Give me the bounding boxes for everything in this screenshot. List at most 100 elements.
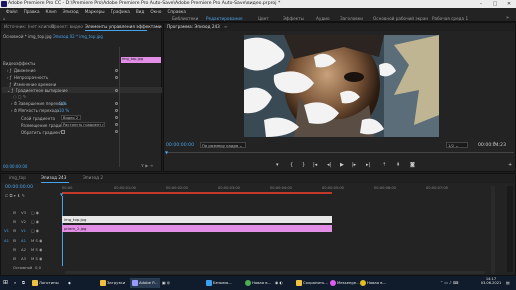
- program-monitor-title[interactable]: Программа: Эпизод 243: [167, 24, 220, 29]
- menu-clip[interactable]: Клип: [46, 8, 57, 15]
- timeline-timecode[interactable]: 00:00:00:00: [5, 185, 33, 190]
- param-transition-completion[interactable]: › ⏱ Завершение перехода: [11, 101, 66, 106]
- gradient-layer-dropdown[interactable]: Видео 2 ⌄: [61, 115, 81, 124]
- mark-out-button[interactable]: }: [302, 162, 305, 168]
- timeline-tools-icons[interactable]: ⊏ ⧉ ▾ ⬇ ✎: [5, 193, 25, 198]
- reset-softness-icon[interactable]: [115, 109, 118, 112]
- workspace-color[interactable]: Цвет: [258, 16, 269, 21]
- lift-button[interactable]: ⇡: [382, 162, 386, 168]
- sequence-clip-label[interactable]: Эпизод 02 * img_top.jpg: [53, 34, 103, 39]
- mark-in-button[interactable]: {: [290, 162, 293, 168]
- track-v2-header[interactable]: ⊟ V2 ▢ ◉: [1, 217, 61, 225]
- mask-shape-icons[interactable]: ○ □ ✎: [13, 94, 26, 99]
- track-a1-header[interactable]: A1 ⊟ A1 M S ◉: [1, 236, 61, 244]
- menu-window[interactable]: Окно: [150, 8, 161, 15]
- workspace-libraries[interactable]: Библиотеки: [172, 16, 198, 21]
- menu-graphics[interactable]: Графика: [111, 8, 130, 15]
- workspace-more-icon[interactable]: »: [506, 15, 509, 21]
- effect-opacity[interactable]: › ƒ Непрозрачность: [7, 75, 48, 80]
- close-button[interactable]: ✕: [502, 0, 516, 8]
- notifications-icon[interactable]: ▤: [506, 278, 510, 288]
- step-back-button[interactable]: ◂|: [327, 162, 331, 168]
- transition-completion-value[interactable]: 0 %: [59, 101, 67, 106]
- taskbar-item-premiere[interactable]: Adobe P...: [130, 278, 160, 288]
- timeline-vertical-scrollbar[interactable]: [491, 186, 495, 274]
- reset-invert-icon[interactable]: [115, 130, 118, 133]
- program-scrub-bar[interactable]: [166, 152, 514, 153]
- reset-opacity-icon[interactable]: [115, 76, 118, 79]
- settings-wrench-icon[interactable]: ✎: [493, 142, 497, 147]
- export-frame-icon[interactable]: ◙: [410, 162, 415, 168]
- tab-effect-controls[interactable]: Элементы управления эффектами: [85, 24, 162, 29]
- reset-motion-icon[interactable]: [115, 69, 118, 72]
- taskbar-item-logos[interactable]: Логотипы: [32, 278, 59, 288]
- menu-view[interactable]: Вид: [136, 8, 145, 15]
- tab-project[interactable]: Проект: видео: [51, 24, 83, 29]
- track-master-header[interactable]: Основной 0,0: [1, 263, 61, 271]
- taskbar-item-messenger[interactable]: Messenge...: [330, 278, 360, 288]
- fit-dropdown[interactable]: По размеру кадра ⌄: [200, 142, 246, 148]
- maximize-button[interactable]: □: [488, 0, 502, 8]
- effect-motion[interactable]: › ƒ Движение: [7, 68, 36, 73]
- taskbar-item-new-tab-2[interactable]: Новая в...: [360, 278, 386, 288]
- clock[interactable]: 14:17 03.06.2021: [480, 277, 502, 285]
- go-to-out-button[interactable]: ▸|: [366, 162, 370, 168]
- start-button[interactable]: ⊞: [3, 278, 8, 288]
- task-view-icon[interactable]: ⧉: [22, 278, 25, 288]
- param-transition-softness[interactable]: › ⏱ Мягкость перехода: [11, 108, 59, 113]
- play-button[interactable]: ▶: [340, 162, 344, 168]
- track-a2-header[interactable]: ⊟ A2 M S ◉: [1, 245, 61, 253]
- timeline-ruler[interactable]: 00:00 00:00:01:00 00:00:02:00 00:00:03:0…: [62, 186, 502, 196]
- pinned-apps[interactable]: ▣ ◎: [162, 278, 170, 288]
- master-clip-label[interactable]: Основной * img_top.jpg: [3, 34, 52, 39]
- menu-markers[interactable]: Маркеры: [85, 8, 105, 15]
- tab-img-top[interactable]: img_top: [9, 175, 26, 180]
- menu-file[interactable]: Файл: [6, 8, 18, 15]
- reset-completion-icon[interactable]: [115, 102, 118, 105]
- step-forward-button[interactable]: |▸: [352, 162, 356, 168]
- effect-controls-timecode[interactable]: 00:00:00:00: [3, 164, 27, 169]
- menu-edit[interactable]: Правка: [24, 8, 40, 15]
- tab-source[interactable]: Источник: (нет клипов): [4, 24, 56, 29]
- tab-sequence-2[interactable]: Эпизод 2: [83, 175, 103, 180]
- search-icon[interactable]: ⌕: [14, 278, 16, 288]
- workspace-titles[interactable]: Заголовки: [340, 16, 363, 21]
- clip-img-top[interactable]: img_top.jpg: [62, 216, 332, 223]
- pinned-more[interactable]: ◉ ◐: [275, 278, 283, 288]
- taskbar-item-saved[interactable]: Сохранить...: [296, 278, 328, 288]
- workspace-main[interactable]: Основной рабочий экран: [373, 16, 428, 21]
- timeline-horizontal-scrollbar[interactable]: [65, 271, 485, 274]
- clip-priem[interactable]: priem_2.jpg: [62, 225, 332, 232]
- effect-gradient-wipe[interactable]: ⌄ ƒ Градиентное вытирание: [7, 88, 68, 93]
- workspace-editing[interactable]: Редактирование: [206, 16, 243, 21]
- extract-button[interactable]: ⇞: [396, 162, 400, 168]
- quality-dropdown[interactable]: 1/2 ⌄: [446, 142, 468, 148]
- system-tray-icons[interactable]: ⌃ ▭ ♪ ⌨: [440, 278, 458, 288]
- taskbar-item-new-tab[interactable]: Новая в...: [245, 278, 271, 288]
- go-to-in-button[interactable]: |◂: [313, 162, 317, 168]
- pinned-icons[interactable]: ◆: [68, 278, 71, 288]
- gradient-placement-dropdown[interactable]: Растянуть градиент п ⌄: [61, 122, 105, 127]
- menu-help[interactable]: Справка: [167, 8, 185, 15]
- menu-sequence[interactable]: Эпизод: [63, 8, 79, 15]
- program-video-frame[interactable]: [244, 35, 439, 137]
- taskbar-item-untitled[interactable]: Безымя...: [206, 278, 232, 288]
- track-v1-header[interactable]: V1 ⊟ V1 ▢ ◉: [1, 226, 61, 234]
- transition-softness-value[interactable]: 10 %: [59, 108, 69, 113]
- minimize-button[interactable]: –: [474, 0, 488, 8]
- add-marker-button[interactable]: ▾: [276, 162, 279, 168]
- program-playhead[interactable]: ▼: [165, 150, 168, 155]
- workspace-audio[interactable]: Аудио: [316, 16, 330, 21]
- workspace-custom[interactable]: Рабочая среда 1: [432, 16, 468, 21]
- program-menu-icon[interactable]: ≡: [224, 24, 227, 29]
- track-a3-header[interactable]: ⊟ A3 M S ◉: [1, 254, 61, 262]
- filter-icon[interactable]: ⊽ ▶ ⇥: [141, 163, 153, 168]
- tab-sequence-243[interactable]: Эпизод 243: [41, 175, 66, 180]
- reset-placement-icon[interactable]: [115, 123, 118, 126]
- taskbar-item-downloads[interactable]: Загрузки: [100, 278, 125, 288]
- workspace-effects[interactable]: Эффекты: [283, 16, 304, 21]
- reset-gradient-icon[interactable]: [115, 89, 118, 92]
- reset-layer-icon[interactable]: [115, 116, 118, 119]
- invert-gradient-checkbox[interactable]: [61, 130, 65, 134]
- home-icon[interactable]: ⌂: [3, 16, 6, 21]
